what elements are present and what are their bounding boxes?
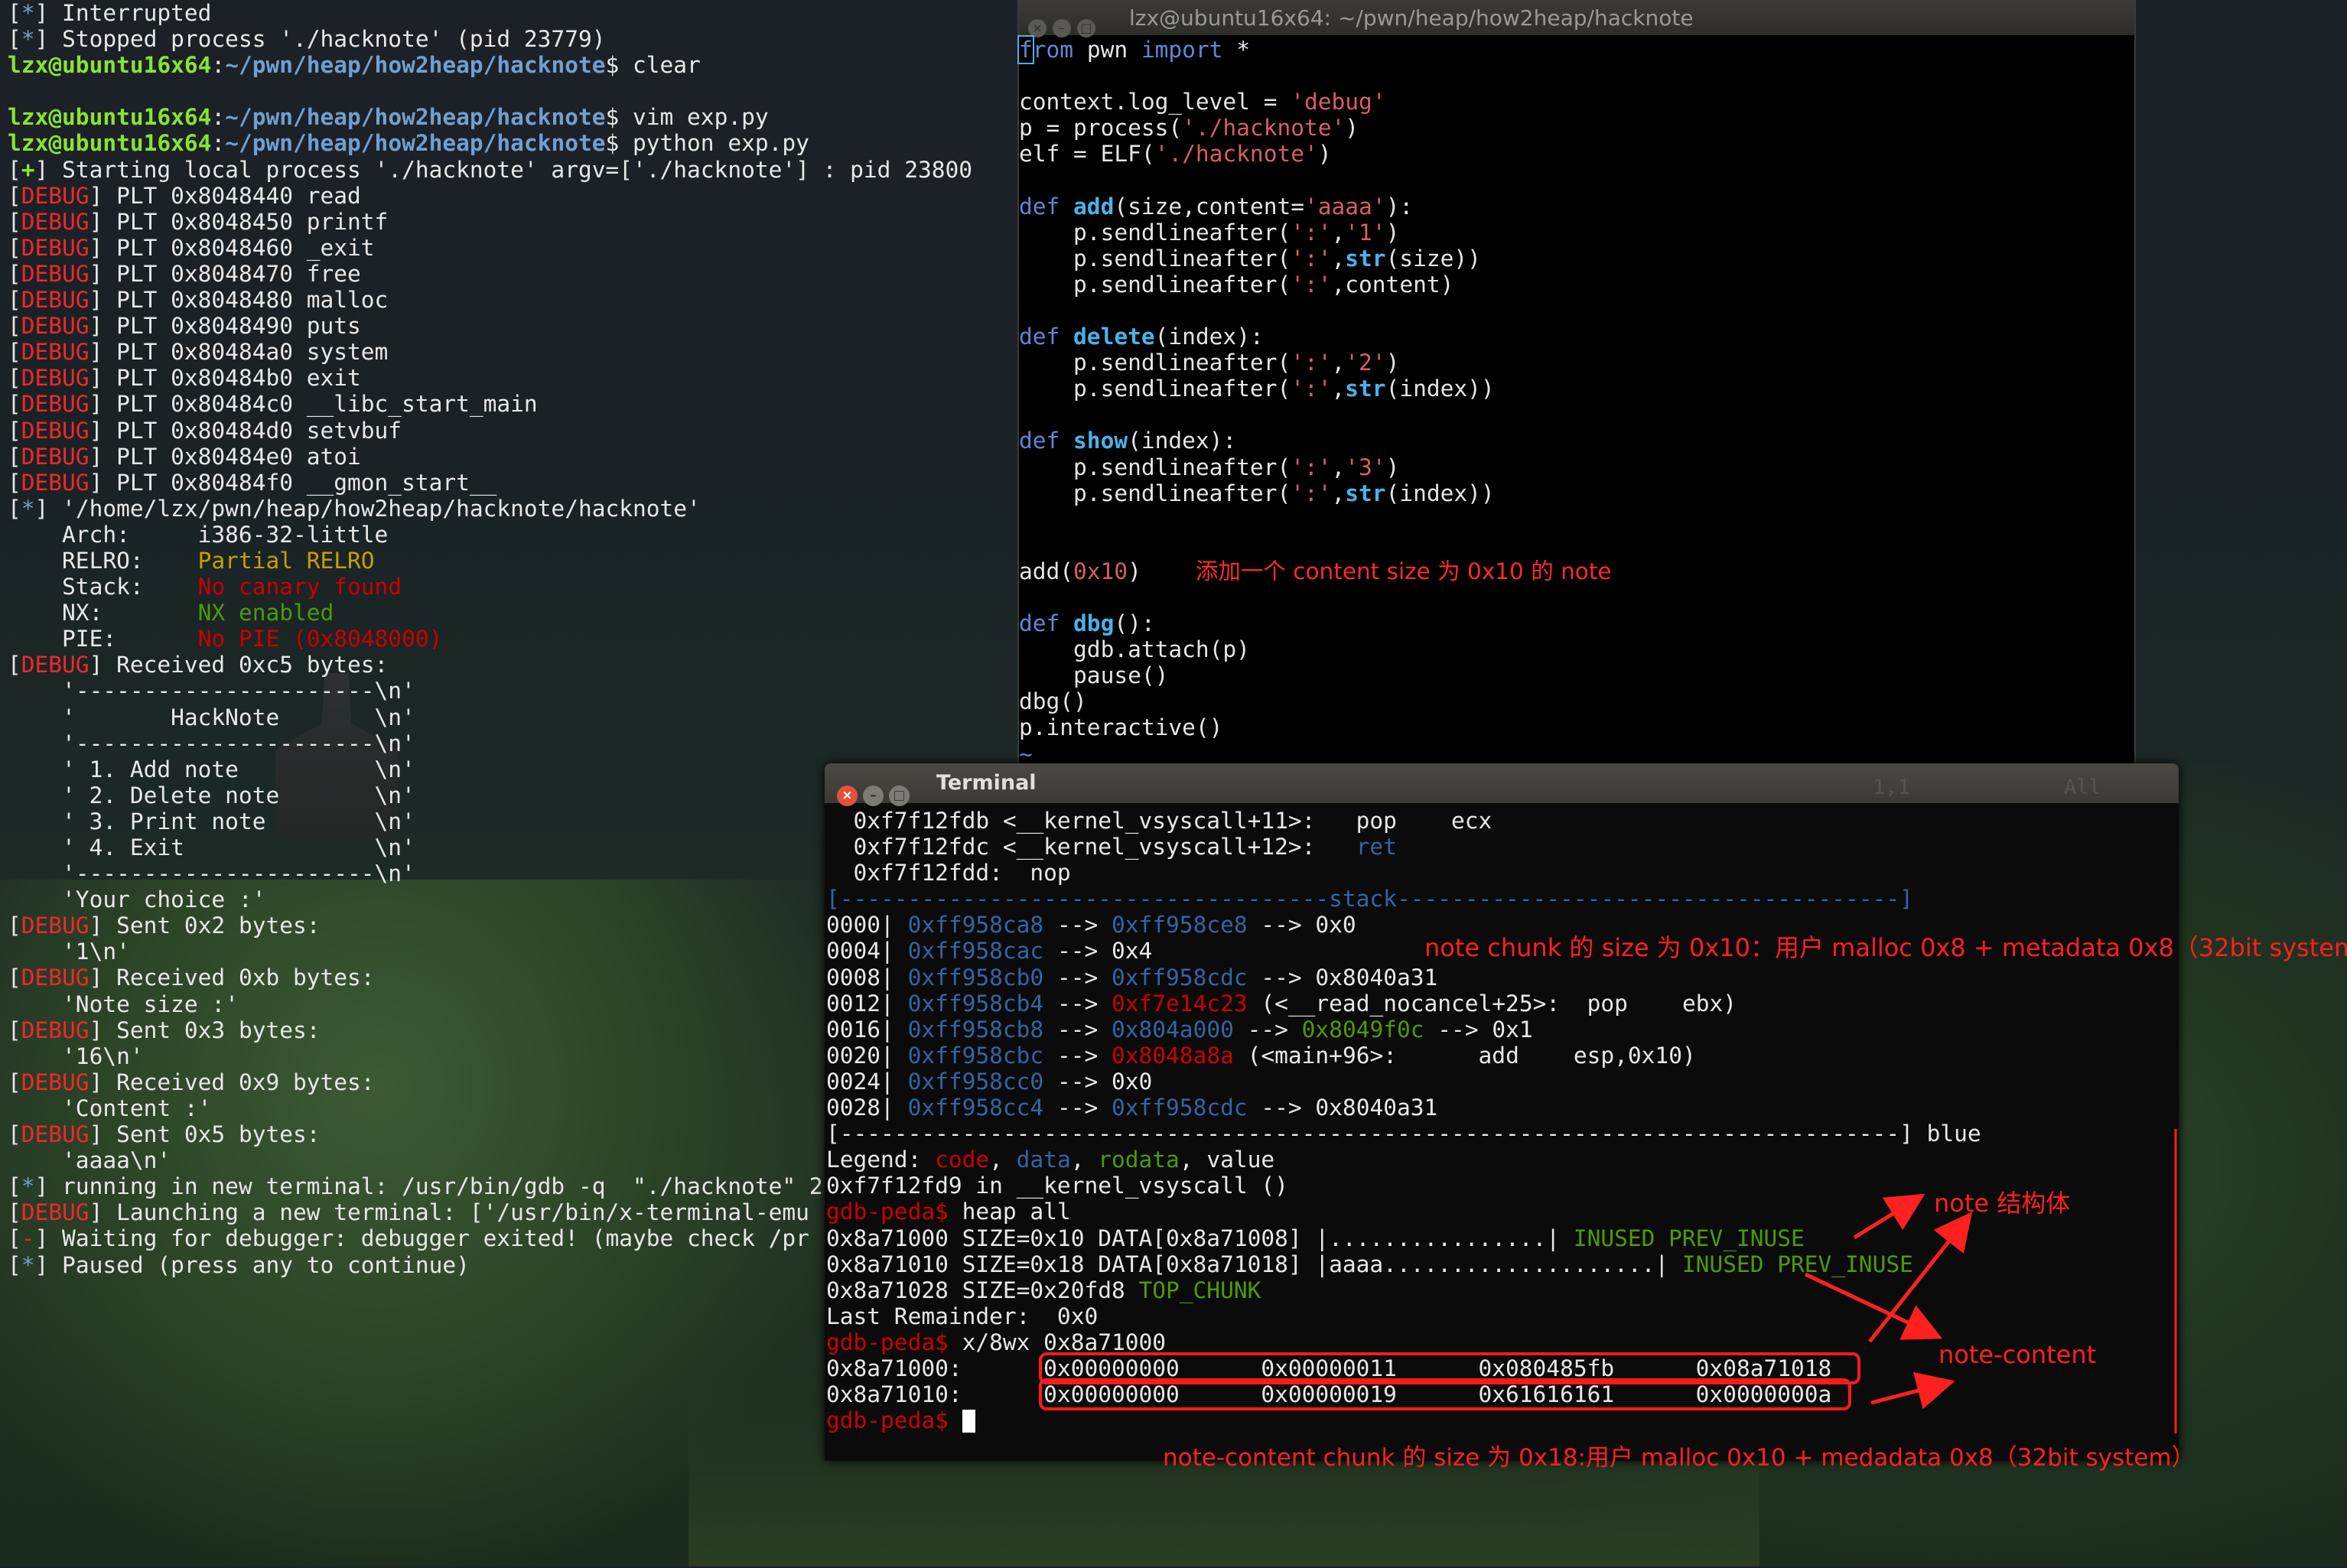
- arrow-struct: [1853, 1193, 1925, 1240]
- annotation-arrows: [1804, 1129, 2177, 1433]
- arrow-content-2: [1870, 1371, 1955, 1410]
- arrow-struct-2: [1868, 1212, 1973, 1343]
